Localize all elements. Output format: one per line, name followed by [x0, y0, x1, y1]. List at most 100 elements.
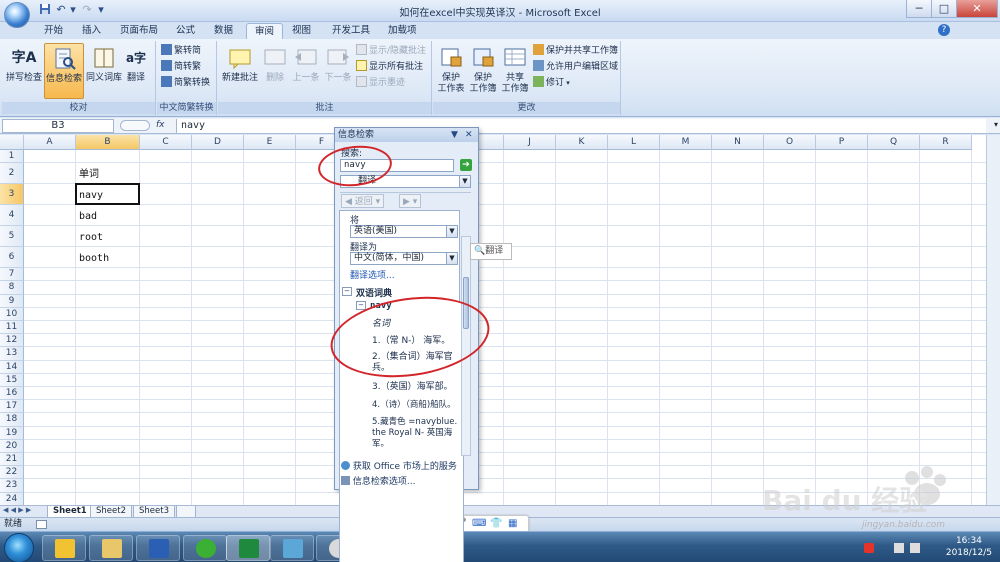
formula-divider-handle[interactable] — [120, 120, 150, 131]
spelling-button[interactable]: 字A 拼写检查 — [4, 43, 44, 99]
track-changes-button[interactable]: 修订 ▾ — [533, 76, 570, 90]
from-language-select[interactable]: 英语(美国) ▼ — [350, 225, 458, 238]
show-all-comments-button[interactable]: 显示所有批注 — [356, 60, 423, 74]
select-all-corner[interactable] — [0, 135, 24, 150]
row-header-20[interactable]: 20 — [0, 439, 24, 453]
row-header-13[interactable]: 13 — [0, 347, 24, 361]
macro-record-icon[interactable] — [36, 520, 47, 529]
forward-button[interactable]: ▶ ▾ — [399, 194, 422, 208]
row-header-3[interactable]: 3 — [0, 184, 24, 206]
tray-network-icon[interactable] — [894, 543, 904, 553]
row-header-21[interactable]: 21 — [0, 453, 24, 467]
taskbar-wechat[interactable] — [183, 535, 227, 561]
to-simplified-button[interactable]: 繁转简 — [161, 44, 201, 58]
row-header-15[interactable]: 15 — [0, 373, 24, 387]
insert-function-icon[interactable]: fx — [156, 120, 165, 130]
protect-workbook-button[interactable]: 保护 工作簿 — [467, 43, 499, 99]
column-header-b[interactable]: B — [76, 135, 140, 150]
new-comment-button[interactable]: 新建批注 — [220, 43, 260, 99]
close-button[interactable]: ✕ — [956, 0, 998, 18]
row-header-19[interactable]: 19 — [0, 426, 24, 440]
column-header-q[interactable]: Q — [868, 135, 920, 150]
column-header-p[interactable]: P — [816, 135, 868, 150]
research-options-link[interactable]: 信息检索选项... — [341, 474, 415, 487]
cell-b4[interactable]: bad — [76, 205, 140, 226]
row-header-2[interactable]: 2 — [0, 163, 24, 185]
column-header-r[interactable]: R — [920, 135, 972, 150]
column-header-k[interactable]: K — [556, 135, 608, 150]
toolbox-icon[interactable]: ▦ — [508, 518, 517, 529]
row-header-4[interactable]: 4 — [0, 205, 24, 227]
formula-input[interactable]: navy — [176, 119, 986, 133]
cell-b2[interactable]: 单词 — [76, 163, 140, 184]
next-comment-button[interactable]: 下一条 — [322, 43, 354, 99]
vertical-scrollbar[interactable] — [986, 135, 1000, 505]
protect-sheet-button[interactable]: 保护 工作表 — [435, 43, 467, 99]
row-header-10[interactable]: 10 — [0, 307, 24, 321]
skin-icon[interactable]: 👕 — [490, 518, 502, 529]
convert-button[interactable]: 简繁转换 — [161, 76, 210, 90]
name-box[interactable]: B3 — [2, 119, 114, 133]
row-header-11[interactable]: 11 — [0, 321, 24, 335]
office-button[interactable] — [4, 2, 30, 28]
row-header-5[interactable]: 5 — [0, 226, 24, 248]
translate-button[interactable]: a字 翻译 — [118, 43, 154, 99]
row-header-14[interactable]: 14 — [0, 360, 24, 374]
office-marketplace-link[interactable]: 获取 Office 市场上的服务 — [341, 459, 457, 472]
row-header-12[interactable]: 12 — [0, 334, 24, 348]
show-hide-comment-button[interactable]: 显示/隐藏批注 — [356, 44, 426, 58]
row-header-24[interactable]: 24 — [0, 492, 24, 505]
row-header-22[interactable]: 22 — [0, 466, 24, 480]
start-button[interactable] — [4, 533, 34, 562]
taskbar-app[interactable] — [270, 535, 314, 561]
row-header-8[interactable]: 8 — [0, 281, 24, 295]
row-header-6[interactable]: 6 — [0, 247, 24, 269]
tray-ime-icon[interactable] — [864, 543, 874, 553]
taskbar-excel[interactable] — [226, 535, 270, 561]
to-language-select[interactable]: 中文(简体，中国) ▼ — [350, 252, 458, 265]
expand-formula-icon[interactable]: ▾ — [994, 120, 998, 129]
tray-volume-icon[interactable] — [910, 543, 920, 553]
translation-options-link[interactable]: 翻译选项... — [350, 268, 395, 281]
pane-close-icon[interactable]: ✕ — [465, 128, 473, 142]
cell-b5[interactable]: root — [76, 226, 140, 247]
back-button[interactable]: ◀ 返回 ▾ — [341, 194, 385, 208]
delete-comment-button[interactable]: 删除 — [260, 43, 290, 99]
keyboard-icon[interactable]: ⌨ — [472, 518, 486, 529]
row-header-23[interactable]: 23 — [0, 479, 24, 493]
taskbar-word[interactable] — [136, 535, 180, 561]
column-header-d[interactable]: D — [192, 135, 244, 150]
column-header-c[interactable]: C — [140, 135, 192, 150]
tab-page-layout[interactable]: 页面布局 — [112, 23, 166, 40]
row-header-17[interactable]: 17 — [0, 400, 24, 414]
tab-data[interactable]: 数据 — [206, 23, 241, 40]
row-header-16[interactable]: 16 — [0, 387, 24, 401]
start-search-button[interactable]: ➔ — [460, 159, 472, 171]
column-header-o[interactable]: O — [764, 135, 816, 150]
worksheet-grid[interactable]: ABCDEFGHIJKLMNOPQR1234567891011121314151… — [0, 135, 1000, 505]
column-header-m[interactable]: M — [660, 135, 712, 150]
row-header-18[interactable]: 18 — [0, 413, 24, 427]
research-button[interactable]: 信息检索 — [44, 43, 84, 99]
tab-view[interactable]: 视图 — [284, 23, 319, 40]
tray-clock[interactable]: 16:34 2018/12/5 — [946, 535, 992, 559]
column-header-a[interactable]: A — [24, 135, 76, 150]
tab-formulas[interactable]: 公式 — [168, 23, 203, 40]
maximize-button[interactable]: □ — [931, 0, 957, 18]
sheet-nav-arrows[interactable]: ◀ ◀ ▶ ▶ — [3, 506, 31, 514]
to-traditional-button[interactable]: 简转繁 — [161, 60, 201, 74]
tab-insert[interactable]: 插入 — [74, 23, 109, 40]
tab-review[interactable]: 审阅 — [246, 23, 284, 40]
pane-menu-icon[interactable]: ▼ — [451, 128, 458, 142]
cell-b6[interactable]: booth — [76, 247, 140, 268]
show-ink-button[interactable]: 显示墨迹 — [356, 76, 405, 90]
protect-share-button[interactable]: 保护并共享工作簿 — [533, 44, 618, 58]
row-header-9[interactable]: 9 — [0, 294, 24, 308]
column-header-j[interactable]: J — [504, 135, 556, 150]
share-workbook-button[interactable]: 共享 工作簿 — [499, 43, 531, 99]
tab-addins[interactable]: 加载项 — [380, 23, 425, 40]
collapse-icon[interactable]: − — [342, 287, 352, 296]
column-header-e[interactable]: E — [244, 135, 296, 150]
row-header-1[interactable]: 1 — [0, 150, 24, 164]
prev-comment-button[interactable]: 上一条 — [290, 43, 322, 99]
